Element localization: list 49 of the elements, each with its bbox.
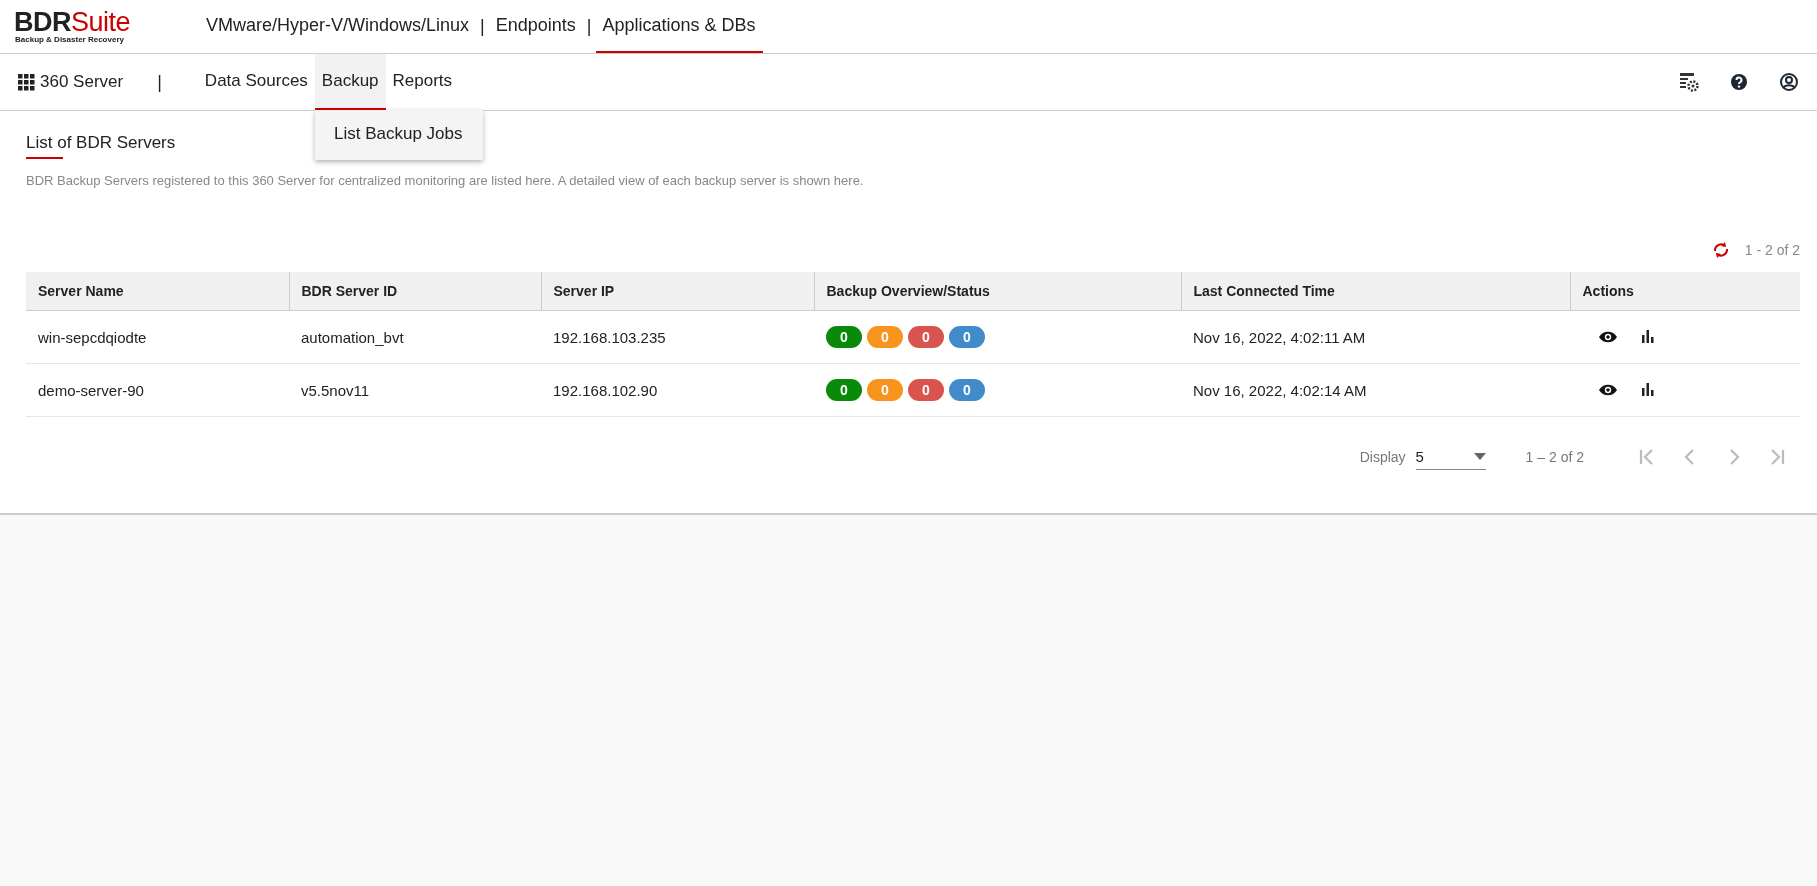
status-count: 0 — [949, 326, 985, 348]
column-header: Server IP — [541, 272, 814, 311]
grid-icon — [18, 73, 35, 91]
table-cell: win-sepcdqiodte — [26, 310, 289, 364]
column-header: Server Name — [26, 272, 289, 311]
table-cell: 192.168.102.90 — [541, 363, 814, 417]
status-count: 0 — [908, 326, 944, 348]
nav-tab[interactable]: Data Sources — [197, 54, 315, 110]
column-header: Last Connected Time — [1181, 272, 1570, 311]
column-header: BDR Server ID — [289, 272, 541, 311]
status-count: 0 — [867, 326, 903, 348]
table-cell: Nov 16, 2022, 4:02:14 AM — [1181, 363, 1570, 417]
page-range: 1 – 2 of 2 — [1525, 449, 1584, 465]
eye-icon[interactable] — [1598, 330, 1618, 344]
page-description: BDR Backup Servers registered to this 360 Server for centralized monitoring are listed here. A detailed view of each backup server is shown here. — [26, 173, 865, 188]
nav-tab[interactable]: Reports — [385, 54, 460, 110]
table-cell: demo-server-90 — [26, 363, 289, 417]
page-size-label: Display — [1359, 449, 1406, 465]
brand-tagline: Backup & Disaster Recovery — [15, 35, 125, 44]
table-cell: Nov 16, 2022, 4:02:11 AM — [1181, 310, 1570, 364]
status-count: 0 — [826, 326, 862, 348]
bar-chart-icon[interactable] — [1642, 330, 1654, 343]
brand-logo: BDRSuite — [14, 9, 132, 35]
status-count: 0 — [908, 379, 944, 401]
table-cell: 192.168.103.235 — [541, 310, 814, 364]
status-count: 0 — [826, 379, 862, 401]
page-size-select[interactable]: 5 — [1415, 444, 1486, 470]
nav-separator: | — [479, 15, 486, 38]
dropdown-menu-item[interactable]: List Backup Jobs — [315, 110, 483, 160]
help-icon[interactable] — [1729, 72, 1749, 92]
status-count: 0 — [867, 379, 903, 401]
nav-separator: | — [585, 15, 593, 38]
server-settings-icon[interactable] — [1679, 72, 1699, 92]
nav-separator: | — [157, 70, 162, 94]
nav-tab[interactable]: VMware/Hyper-V/Windows/Linux — [199, 0, 477, 53]
app-switcher[interactable]: 360 Server — [18, 54, 124, 110]
record-count: 1 - 2 of 2 — [1744, 242, 1800, 258]
eye-icon[interactable] — [1598, 383, 1618, 397]
caret-icon — [1473, 453, 1486, 460]
table-cell: v5.5nov11 — [289, 363, 541, 417]
table-cell: automation_bvt — [289, 310, 541, 364]
status-count: 0 — [949, 379, 985, 401]
column-header: Actions — [1570, 272, 1800, 311]
bar-chart-icon[interactable] — [1642, 383, 1654, 396]
user-icon[interactable] — [1779, 72, 1799, 92]
page-title: List of BDR Servers — [26, 133, 176, 154]
nav-tab[interactable]: Backup — [314, 54, 386, 110]
nav-tab[interactable]: Endpoints — [488, 0, 583, 53]
column-header: Backup Overview/Status — [814, 272, 1181, 311]
